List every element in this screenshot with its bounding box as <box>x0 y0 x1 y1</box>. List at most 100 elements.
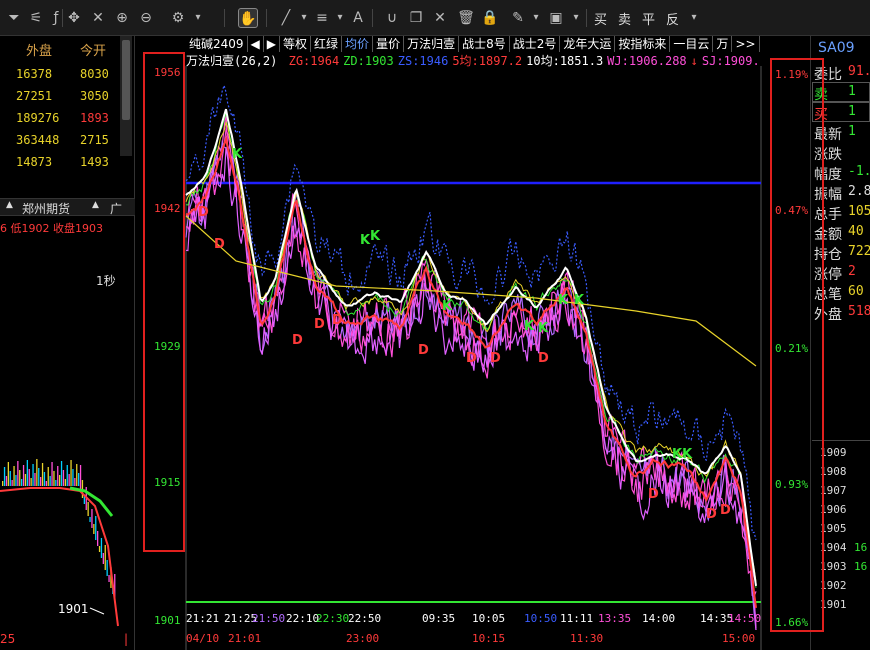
layers-icon[interactable]: ❐ <box>406 8 426 28</box>
open-price: 1893 <box>80 111 109 125</box>
chart-tab[interactable]: 战士8号 <box>459 36 510 52</box>
chart-tab[interactable]: ▶ <box>264 36 281 52</box>
stat-value: -1. <box>848 164 870 179</box>
left-price-mark: 1901 <box>58 602 89 616</box>
signal-k-marker: K <box>524 319 535 334</box>
tab-zhengzhou-futures[interactable]: 郑州期货 <box>22 200 70 217</box>
time-axis-label: 23:00 <box>346 632 379 645</box>
stat-value: 1 <box>848 124 856 139</box>
highlight-box-right <box>770 58 824 632</box>
text-icon[interactable]: A <box>348 8 368 28</box>
left-time-mark: 25 <box>0 632 16 646</box>
chart-tab[interactable]: 等权 <box>280 36 312 52</box>
session-time-label: 14:50 <box>728 612 761 625</box>
signal-k-marker: K <box>558 293 569 308</box>
hand-icon[interactable]: ✋ <box>238 8 258 28</box>
time-axis-label: 11:30 <box>570 632 603 645</box>
fullscreen-icon[interactable]: ✕ <box>88 8 108 28</box>
chart-tab[interactable]: ◀ <box>248 36 264 52</box>
stat-value: 1 <box>848 84 856 99</box>
save-dropdown-icon[interactable]: ▾ <box>566 8 586 28</box>
toolbar: ⏷ ⚟ ƒ ✥ ✕ ⊕ ⊖ ⚙ ▾ ✋ ╱ ▾ ≡ ▾ A ∪ ❐ ✕ 🗑 🔒 … <box>0 0 870 36</box>
quote-row[interactable]: 363448 2715 <box>0 130 118 152</box>
session-time-label: 22:10 <box>286 612 319 625</box>
session-time-label: 10:05 <box>472 612 505 625</box>
chart-tab[interactable]: 龙年大运 <box>560 36 616 52</box>
chart-tab[interactable]: 万 <box>713 36 733 52</box>
session-time-label: 22:50 <box>348 612 381 625</box>
eraser-icon[interactable]: ✕ <box>430 8 450 28</box>
trash-icon[interactable]: 🗑 <box>456 8 476 28</box>
scrollbar[interactable] <box>120 36 132 156</box>
trade-dropdown-icon[interactable]: ▾ <box>684 8 704 28</box>
time-axis-label: 04/10 <box>186 632 219 645</box>
reverse-button[interactable]: 反 <box>666 9 679 28</box>
quote-row[interactable]: 16378 8030 <box>0 64 118 86</box>
main-chart[interactable]: 纯碱2409 ◀ ▶ 等权 红绿 均价 量价 万法归壹 战士8号 战士2号 龙年大运 按指标来 一目云万… <box>136 36 811 650</box>
gear-dropdown-icon[interactable]: ▾ <box>188 8 208 28</box>
tab-arrow-icon-2[interactable]: ▲ <box>92 200 99 210</box>
tab-arrow-icon[interactable]: ▲ <box>6 200 13 210</box>
magnet-icon[interactable]: ∪ <box>382 8 402 28</box>
pen-icon[interactable]: ✎ <box>508 8 528 28</box>
buy-button[interactable]: 买 <box>594 9 607 28</box>
move-icon[interactable]: ✥ <box>64 8 84 28</box>
time-axis-label: 21:01 <box>228 632 261 645</box>
chart-tab[interactable]: 战士2号 <box>510 36 561 52</box>
signal-k-marker: K <box>538 321 549 336</box>
save-icon[interactable]: ▣ <box>546 8 566 28</box>
outer-volume: 189276 <box>16 111 60 125</box>
line-draw-icon[interactable]: ╱ <box>276 8 296 28</box>
line-dropdown-icon[interactable]: ▾ <box>294 8 314 28</box>
zoom-in-icon[interactable]: ⊕ <box>112 8 132 28</box>
sell-button[interactable]: 卖 <box>618 9 631 28</box>
time-axis-label: 10:15 <box>472 632 505 645</box>
filter-icon[interactable]: ⏷ <box>4 8 24 28</box>
outer-volume: 14873 <box>16 155 53 169</box>
stat-value: 1050 <box>848 204 870 219</box>
signal-d-marker: D <box>292 333 303 348</box>
signal-k-marker: K <box>232 147 243 162</box>
quote-row[interactable]: 27251 3050 <box>0 86 118 108</box>
signal-d-marker: D <box>418 343 429 358</box>
left-subline: 6 低1902 收盘1903 <box>0 222 103 235</box>
chart-tab[interactable]: 纯碱2409 <box>186 36 248 52</box>
signal-d-marker: D <box>466 351 477 366</box>
session-time-label: 14:00 <box>642 612 675 625</box>
signal-k-marker: K <box>442 299 453 314</box>
y-axis-label: 1901 <box>154 614 181 627</box>
time-axis-label: 15:00 <box>722 632 755 645</box>
highlight-box-left <box>143 52 185 552</box>
quote-row[interactable]: 14873 1493 <box>0 152 118 174</box>
chart-tab[interactable]: 量价 <box>373 36 405 52</box>
signal-d-marker: D <box>648 487 659 502</box>
chart-tab[interactable]: >> <box>732 36 760 52</box>
signal-k-marker: K <box>370 229 381 244</box>
text-dropdown-icon[interactable]: ▾ <box>330 8 350 28</box>
ladder-volume: 16 <box>854 560 868 573</box>
open-price: 1493 <box>80 155 109 169</box>
lock-icon[interactable]: 🔒 <box>480 8 500 28</box>
filter-settings-icon[interactable]: ⚟ <box>26 8 46 28</box>
quote-row[interactable]: 189276 1893 <box>0 108 118 130</box>
stat-value: 60 <box>848 284 864 299</box>
open-price: 3050 <box>80 89 109 103</box>
chart-tab[interactable]: 均价 <box>342 36 374 52</box>
plot-area[interactable]: 195619421929191519011.19%0.47%0.21%0.93%… <box>136 66 811 650</box>
chart-tabs: 纯碱2409 ◀ ▶ 等权 红绿 均价 量价 万法归壹 战士8号 战士2号 龙年大运 按指标来 一目云万… <box>186 36 760 52</box>
chart-tab[interactable]: 一目云 <box>670 36 714 52</box>
session-time-label: 09:35 <box>422 612 455 625</box>
signal-d-marker: D <box>214 237 225 252</box>
pen-dropdown-icon[interactable]: ▾ <box>526 8 546 28</box>
chart-tab[interactable]: 万法归壹 <box>404 36 460 52</box>
column-header-outer: 外盘 <box>26 44 53 59</box>
zoom-out-icon[interactable]: ⊖ <box>136 8 156 28</box>
close-position-button[interactable]: 平 <box>642 9 655 28</box>
chart-tab[interactable]: 按指标来 <box>615 36 671 52</box>
text-style-icon[interactable]: ≡ <box>312 8 332 28</box>
chart-tab[interactable]: 红绿 <box>311 36 343 52</box>
function-icon[interactable]: ƒ <box>46 8 66 28</box>
gear-icon[interactable]: ⚙ <box>168 8 188 28</box>
signal-d-marker: D <box>314 317 325 332</box>
tab-more-icon[interactable]: 广 <box>110 200 122 217</box>
